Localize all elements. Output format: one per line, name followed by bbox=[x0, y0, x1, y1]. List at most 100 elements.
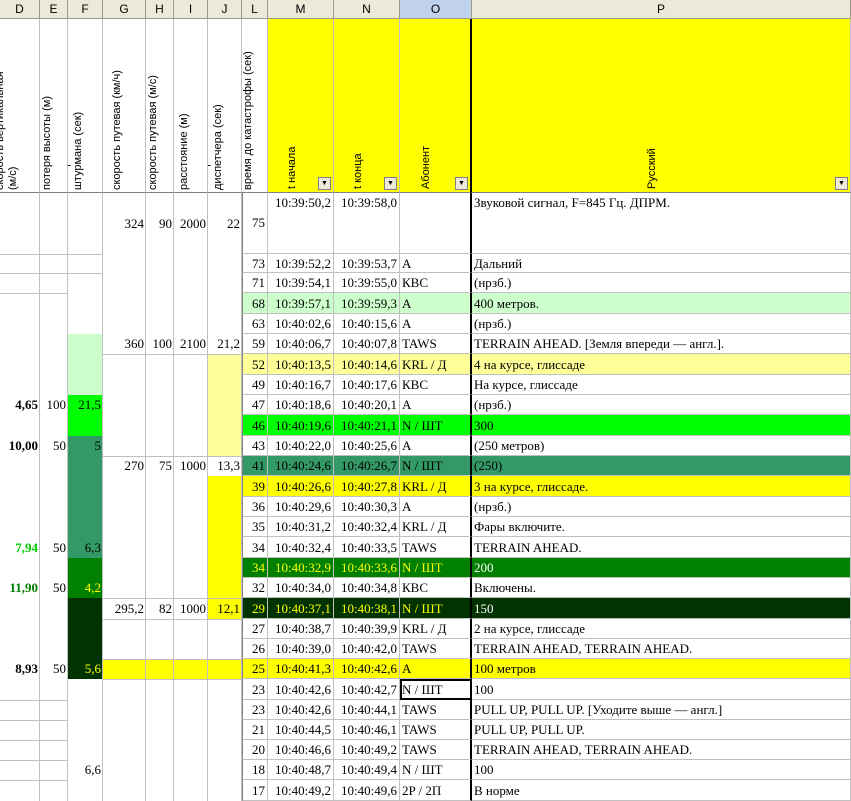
cell-l[interactable]: 49 bbox=[242, 375, 268, 395]
cell-h-value[interactable]: 90 bbox=[146, 193, 174, 254]
cell-o[interactable]: N / ШТ bbox=[400, 679, 472, 700]
cell-f-value[interactable]: 4,2 bbox=[68, 578, 103, 598]
cell-m[interactable]: 10:40:42,6 bbox=[268, 679, 334, 700]
cell-d-value[interactable]: 11,90 bbox=[0, 578, 40, 598]
cell-o[interactable]: N / ШТ bbox=[400, 760, 472, 780]
cell-l[interactable]: 39 bbox=[242, 476, 268, 497]
cell-l[interactable]: 35 bbox=[242, 517, 268, 537]
cell-n[interactable]: 10:40:42,0 bbox=[334, 639, 400, 659]
filter-dropdown-icon[interactable]: ▼ bbox=[455, 177, 468, 190]
cell-p[interactable]: TERRAIN AHEAD, TERRAIN AHEAD. bbox=[472, 639, 851, 659]
cell-m[interactable]: 10:40:37,1 bbox=[268, 598, 334, 619]
cell-h-value[interactable]: 75 bbox=[146, 456, 174, 476]
cell-j-value[interactable]: 21,2 bbox=[208, 334, 242, 354]
cell-o[interactable]: TAWS bbox=[400, 334, 472, 354]
cell-m[interactable]: 10:40:42,6 bbox=[268, 700, 334, 720]
cell-m[interactable]: 10:40:44,5 bbox=[268, 720, 334, 740]
cell-l[interactable]: 43 bbox=[242, 436, 268, 456]
cell-n[interactable]: 10:40:26,7 bbox=[334, 456, 400, 476]
cell-n[interactable]: 10:40:15,6 bbox=[334, 314, 400, 334]
cell-p[interactable]: TERRAIN AHEAD. [Земля впереди — англ.]. bbox=[472, 334, 851, 354]
cell-p[interactable]: В норме bbox=[472, 780, 851, 801]
cell-p[interactable]: На курсе, глиссаде bbox=[472, 375, 851, 395]
cell-n[interactable]: 10:39:59,3 bbox=[334, 293, 400, 314]
cell-o[interactable]: КВС bbox=[400, 375, 472, 395]
cell-m[interactable]: 10:40:49,2 bbox=[268, 780, 334, 801]
cell-l[interactable]: 41 bbox=[242, 456, 268, 476]
filter-dropdown-icon[interactable]: ▼ bbox=[318, 177, 331, 190]
cell-e-value[interactable]: 50 bbox=[40, 436, 68, 456]
cell-o[interactable]: TAWS bbox=[400, 700, 472, 720]
cell-n[interactable]: 10:40:25,6 bbox=[334, 436, 400, 456]
column-header-m[interactable]: M bbox=[268, 0, 334, 19]
cell-m[interactable]: 10:40:32,4 bbox=[268, 537, 334, 558]
cell-p[interactable]: Фары включите. bbox=[472, 517, 851, 537]
cell-m[interactable]: 10:40:29,6 bbox=[268, 497, 334, 517]
cell-n[interactable]: 10:40:42,7 bbox=[334, 679, 400, 700]
cell-p[interactable]: Включены. bbox=[472, 578, 851, 598]
cell-l[interactable]: 23 bbox=[242, 700, 268, 720]
cell-m[interactable]: 10:39:50,2 bbox=[268, 193, 334, 254]
cell-n[interactable]: 10:40:49,2 bbox=[334, 740, 400, 760]
cell-p[interactable]: Звуковой сигнал, F=845 Гц. ДПРМ. bbox=[472, 193, 851, 254]
cell-j-value[interactable]: 22 bbox=[208, 193, 242, 254]
cell-l[interactable]: 27 bbox=[242, 619, 268, 639]
cell-p[interactable]: TERRAIN AHEAD, TERRAIN AHEAD. bbox=[472, 740, 851, 760]
cell-m[interactable]: 10:40:22,0 bbox=[268, 436, 334, 456]
cell-f-value[interactable]: 5 bbox=[68, 436, 103, 456]
column-header-i[interactable]: I bbox=[174, 0, 208, 19]
cell-n[interactable]: 10:40:49,4 bbox=[334, 760, 400, 780]
cell-p[interactable]: (250) bbox=[472, 456, 851, 476]
cell-o[interactable]: N / ШТ bbox=[400, 598, 472, 619]
cell-i-value[interactable]: 1000 bbox=[174, 598, 208, 619]
cell-j-value[interactable]: 13,3 bbox=[208, 456, 242, 476]
cell-n[interactable]: 10:40:07,8 bbox=[334, 334, 400, 354]
cell-d-value[interactable]: 7,94 bbox=[0, 537, 40, 558]
cell-d-value[interactable]: 10,00 bbox=[0, 436, 40, 456]
cell-n[interactable]: 10:40:46,1 bbox=[334, 720, 400, 740]
cell-o[interactable] bbox=[400, 193, 472, 254]
cell-g-value[interactable]: 324 bbox=[103, 193, 146, 254]
cell-g-value[interactable]: 295,2 bbox=[103, 598, 146, 619]
cell-m[interactable]: 10:40:26,6 bbox=[268, 476, 334, 497]
cell-p[interactable]: (нрзб.) bbox=[472, 395, 851, 415]
cell-l[interactable]: 23 bbox=[242, 679, 268, 700]
cell-n[interactable]: 10:40:32,4 bbox=[334, 517, 400, 537]
cell-e-value[interactable]: 100 bbox=[40, 395, 68, 415]
cell-l[interactable]: 73 bbox=[242, 254, 268, 273]
cell-m[interactable]: 10:40:34,0 bbox=[268, 578, 334, 598]
cell-p[interactable]: 400 метров. bbox=[472, 293, 851, 314]
cell-i-value[interactable]: 2000 bbox=[174, 193, 208, 254]
cell-n[interactable]: 10:40:49,6 bbox=[334, 780, 400, 801]
cell-o[interactable]: А bbox=[400, 497, 472, 517]
cell-m[interactable]: 10:40:06,7 bbox=[268, 334, 334, 354]
cell-g-value[interactable]: 270 bbox=[103, 456, 146, 476]
cell-m[interactable]: 10:39:57,1 bbox=[268, 293, 334, 314]
column-header-d[interactable]: D bbox=[0, 0, 40, 19]
cell-o[interactable]: А bbox=[400, 436, 472, 456]
cell-n[interactable]: 10:40:39,9 bbox=[334, 619, 400, 639]
column-header-o[interactable]: O bbox=[400, 0, 472, 19]
cell-o[interactable]: А bbox=[400, 254, 472, 273]
cell-n[interactable]: 10:40:34,8 bbox=[334, 578, 400, 598]
cell-o[interactable]: А bbox=[400, 314, 472, 334]
spreadsheet[interactable]: D E F G H I J L M N O Pскорость вертикальная (м/с) по… bbox=[0, 0, 851, 801]
cell-l[interactable]: 18 bbox=[242, 760, 268, 780]
filter-dropdown-icon[interactable]: ▼ bbox=[835, 177, 848, 190]
column-header-f[interactable]: F bbox=[68, 0, 103, 19]
cell-l[interactable]: 36 bbox=[242, 497, 268, 517]
cell-m[interactable]: 10:40:02,6 bbox=[268, 314, 334, 334]
cell-e-value[interactable]: 50 bbox=[40, 659, 68, 679]
cell-o[interactable]: А bbox=[400, 293, 472, 314]
cell-m[interactable]: 10:40:48,7 bbox=[268, 760, 334, 780]
cell-m[interactable]: 10:39:52,2 bbox=[268, 254, 334, 273]
cell-p[interactable]: 3 на курсе, глиссаде. bbox=[472, 476, 851, 497]
cell-m[interactable]: 10:40:31,2 bbox=[268, 517, 334, 537]
cell-m[interactable]: 10:40:16,7 bbox=[268, 375, 334, 395]
column-header-h[interactable]: H bbox=[146, 0, 174, 19]
cell-g-value[interactable]: 360 bbox=[103, 334, 146, 354]
cell-l[interactable]: 68 bbox=[242, 293, 268, 314]
cell-l[interactable]: 20 bbox=[242, 740, 268, 760]
cell-m[interactable]: 10:40:46,6 bbox=[268, 740, 334, 760]
cell-o[interactable]: TAWS bbox=[400, 639, 472, 659]
